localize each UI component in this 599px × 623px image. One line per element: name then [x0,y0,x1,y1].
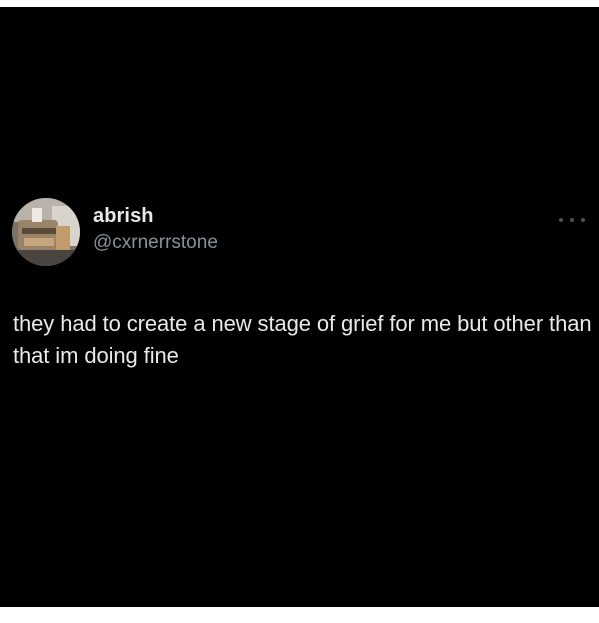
user-info: abrish @cxrnerrstone [93,204,218,255]
dot [559,218,563,222]
more-options-icon[interactable] [559,215,585,225]
tweet-card[interactable]: abrish @cxrnerrstone they had to create … [0,7,599,607]
dot [581,218,585,222]
tweet-text: they had to create a new stage of grief … [13,311,592,368]
user-handle[interactable]: @cxrnerrstone [93,231,218,255]
profile-photo-icon [12,198,80,266]
dot [570,218,574,222]
screenshot-frame: abrish @cxrnerrstone they had to create … [0,7,599,607]
display-name[interactable]: abrish [93,204,218,228]
avatar[interactable] [12,198,80,266]
